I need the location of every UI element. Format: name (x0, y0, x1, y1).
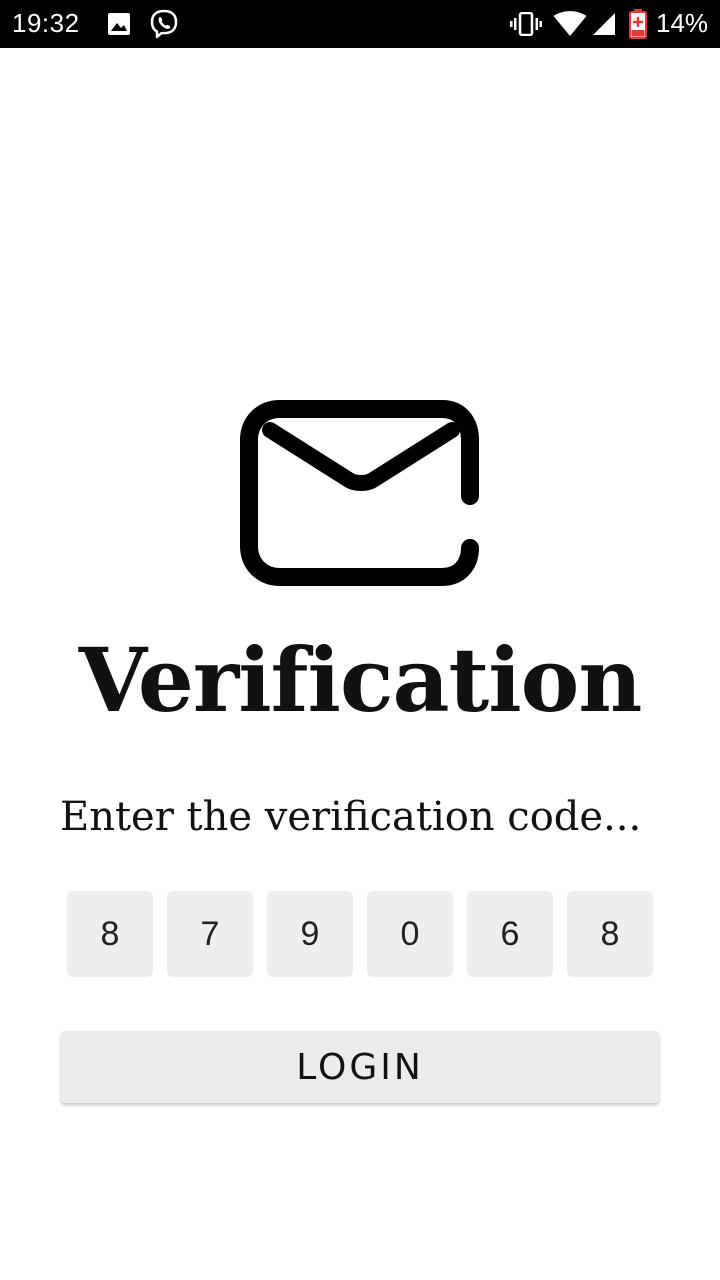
page-title: Verification (78, 628, 643, 732)
code-digit-6[interactable]: 8 (567, 891, 653, 977)
code-digit-3[interactable]: 9 (267, 891, 353, 977)
status-bar: 19:32 14% (0, 0, 720, 48)
status-time: 19:32 (12, 8, 80, 38)
login-button[interactable]: LOGIN (61, 1031, 659, 1103)
instruction-text: Enter the verification code... (60, 794, 642, 840)
mail-icon (240, 400, 479, 586)
code-digit-4[interactable]: 0 (367, 891, 453, 977)
wifi-icon (553, 11, 587, 36)
code-digit-5[interactable]: 6 (467, 891, 553, 977)
code-digit-2[interactable]: 7 (167, 891, 253, 977)
battery-charging-icon (629, 9, 647, 39)
image-icon (108, 13, 130, 35)
viber-icon (150, 9, 178, 39)
vibrate-icon (510, 12, 542, 36)
battery-percentage: 14% (656, 8, 709, 38)
signal-icon (593, 13, 615, 35)
code-digit-1[interactable]: 8 (67, 891, 153, 977)
